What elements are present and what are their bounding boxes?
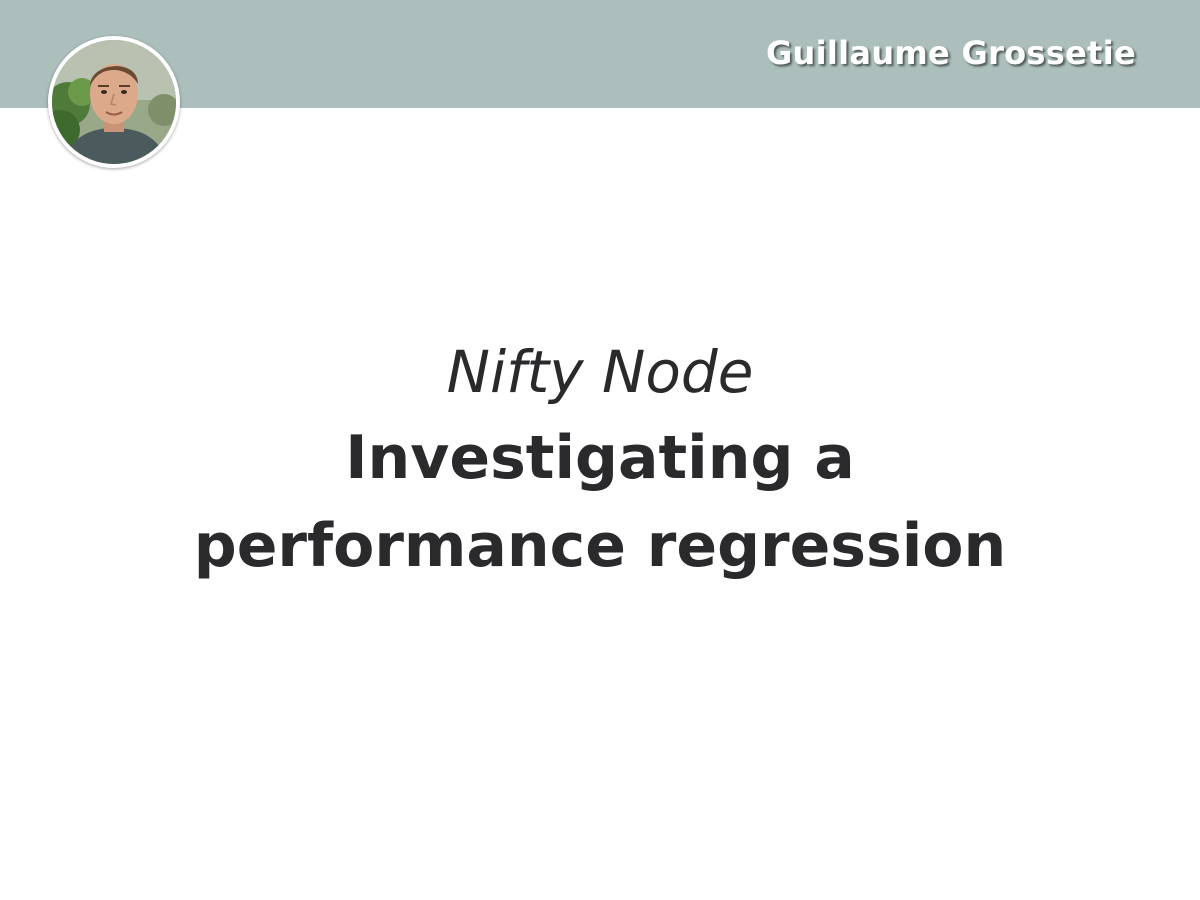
- slide: Guillaume Grossetie Nifty Node Investiga…: [0, 0, 1200, 900]
- slide-subtitle: Nifty Node: [446, 338, 754, 406]
- slide-title-line-2: performance regression: [193, 511, 1007, 581]
- avatar: [48, 36, 180, 168]
- avatar-photo-icon: [52, 40, 176, 164]
- header-bar: Guillaume Grossetie: [0, 0, 1200, 108]
- title-block: Nifty Node Investigating a performance r…: [0, 330, 1200, 590]
- slide-title-line-1: Investigating a: [345, 423, 855, 493]
- author-name: Guillaume Grossetie: [765, 34, 1136, 72]
